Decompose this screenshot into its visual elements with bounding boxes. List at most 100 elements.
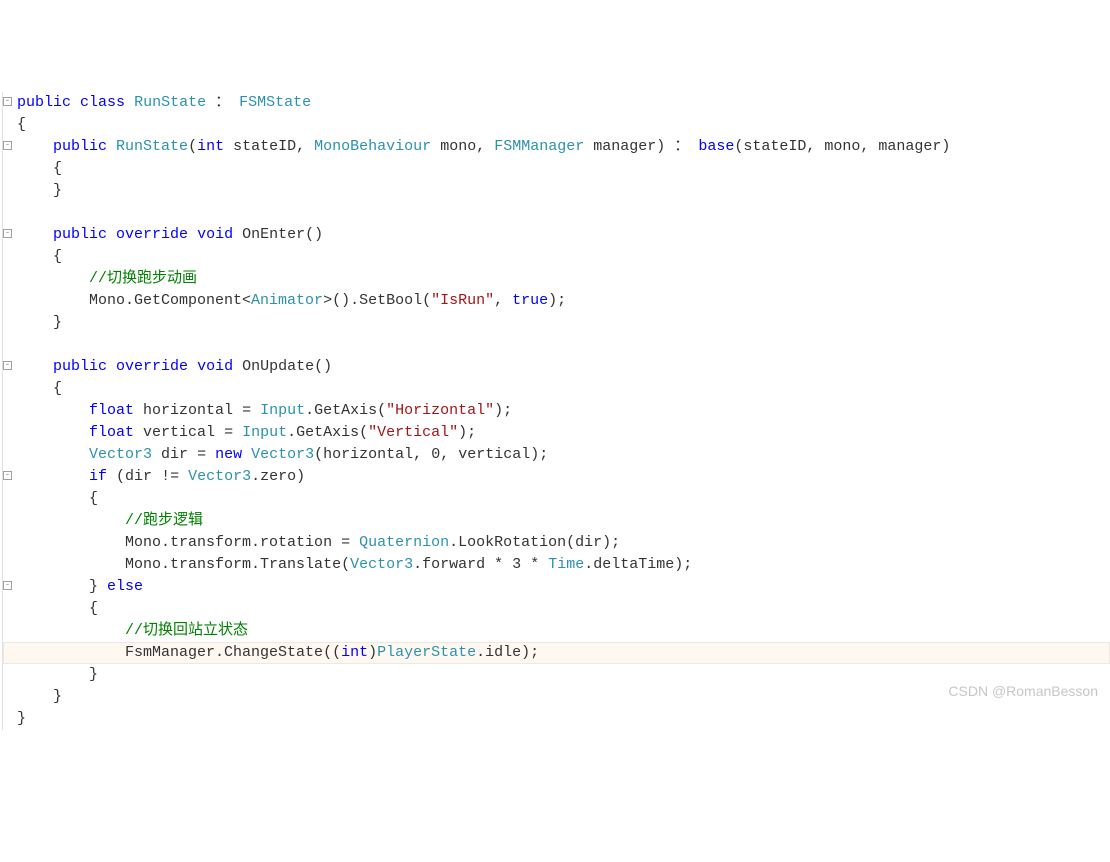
- token: //跑步逻辑: [125, 512, 203, 529]
- fold-toggle-icon[interactable]: -: [3, 361, 12, 370]
- token: //切换跑步动画: [89, 270, 197, 287]
- code-line: - public override void OnUpdate(): [2, 356, 1110, 378]
- token: Mono.transform.rotation: [125, 534, 332, 551]
- fold-toggle-icon[interactable]: -: [3, 97, 12, 106]
- token: {: [53, 248, 62, 265]
- code-line-text: {: [3, 380, 62, 397]
- token: override: [116, 226, 188, 243]
- code-line-text: [3, 204, 17, 221]
- code-line-text: {: [3, 116, 26, 133]
- token: true: [512, 292, 548, 309]
- token: RunState: [134, 94, 206, 111]
- code-line: }: [2, 180, 1110, 202]
- token: }: [89, 666, 98, 683]
- token: stateID,: [233, 138, 305, 155]
- token: Mono.GetComponent<: [89, 292, 251, 309]
- token: (horizontal,: [314, 446, 422, 463]
- fold-toggle-icon[interactable]: -: [3, 229, 12, 238]
- token: void: [197, 226, 233, 243]
- token: }: [53, 182, 62, 199]
- fold-toggle-icon[interactable]: -: [3, 581, 12, 590]
- code-editor: -public class RunState ： FSMState { - pu…: [0, 88, 1110, 730]
- token: Mono.transform.Translate(: [125, 556, 350, 573]
- token: }: [17, 710, 26, 727]
- token: FsmManager.ChangeState((: [125, 644, 341, 661]
- code-line: [2, 202, 1110, 224]
- token: Vector3: [350, 556, 413, 573]
- token: manager): [878, 138, 950, 155]
- token: FSMManager: [494, 138, 584, 155]
- token: *: [530, 556, 539, 573]
- token: mono,: [824, 138, 869, 155]
- token: {: [53, 380, 62, 397]
- token: class: [80, 94, 125, 111]
- token: OnUpdate(): [242, 358, 332, 375]
- code-line-text: }: [3, 666, 98, 683]
- token: }: [53, 688, 62, 705]
- token: ：: [674, 138, 689, 155]
- token: dir: [161, 446, 188, 463]
- token: .forward: [413, 556, 485, 573]
- token: OnEnter(): [242, 226, 323, 243]
- code-line: }: [2, 686, 1110, 708]
- token: !=: [161, 468, 179, 485]
- token: >().SetBool(: [323, 292, 431, 309]
- token: manager): [593, 138, 665, 155]
- code-line-text: if (dir != Vector3.zero): [3, 468, 305, 485]
- code-line-text: Vector3 dir = new Vector3(horizontal, 0,…: [3, 446, 548, 463]
- code-line-text: public override void OnEnter(): [3, 226, 323, 243]
- token: ): [368, 644, 377, 661]
- code-line-text: } else: [3, 578, 143, 595]
- token: Quaternion: [359, 534, 449, 551]
- token: }: [53, 314, 62, 331]
- token: "IsRun": [431, 292, 494, 309]
- code-line-text: //切换回站立状态: [3, 622, 248, 639]
- token: base: [698, 138, 734, 155]
- code-line-text: }: [3, 182, 62, 199]
- code-line: //跑步逻辑: [2, 510, 1110, 532]
- code-line-text: }: [3, 314, 62, 331]
- code-line: -public class RunState ： FSMState: [2, 92, 1110, 114]
- token: ：: [215, 94, 230, 111]
- token: public: [17, 94, 71, 111]
- token: *: [494, 556, 503, 573]
- code-line-text: {: [3, 600, 98, 617]
- code-line-text: float horizontal = Input.GetAxis("Horizo…: [3, 402, 512, 419]
- token: //切换回站立状态: [125, 622, 248, 639]
- token: {: [53, 160, 62, 177]
- token: vertical: [143, 424, 215, 441]
- token: public: [53, 358, 107, 375]
- code-line: [2, 334, 1110, 356]
- token: );: [458, 424, 476, 441]
- token: .idle);: [476, 644, 539, 661]
- token: int: [197, 138, 224, 155]
- code-line-text: Mono.GetComponent<Animator>().SetBool("I…: [3, 292, 566, 309]
- token: int: [341, 644, 368, 661]
- code-line-text: Mono.transform.Translate(Vector3.forward…: [3, 556, 692, 573]
- token: .deltaTime);: [584, 556, 692, 573]
- code-line: //切换跑步动画: [2, 268, 1110, 290]
- token: float: [89, 402, 134, 419]
- code-line: //切换回站立状态: [2, 620, 1110, 642]
- token: Time: [548, 556, 584, 573]
- fold-toggle-icon[interactable]: -: [3, 141, 12, 150]
- token: 3: [512, 556, 521, 573]
- code-line-text: //跑步逻辑: [3, 512, 203, 529]
- fold-toggle-icon[interactable]: -: [3, 471, 12, 480]
- token: Animator: [251, 292, 323, 309]
- token: (stateID,: [734, 138, 815, 155]
- token: .LookRotation(dir);: [449, 534, 620, 551]
- code-line-text: {: [3, 490, 98, 507]
- token: RunState: [116, 138, 188, 155]
- token: Input: [242, 424, 287, 441]
- token: vertical);: [458, 446, 548, 463]
- token: public: [53, 226, 107, 243]
- token: {: [89, 600, 98, 617]
- token: {: [17, 116, 26, 133]
- code-line-text: [3, 336, 17, 353]
- code-line: float horizontal = Input.GetAxis("Horizo…: [2, 400, 1110, 422]
- code-line: - public RunState(int stateID, MonoBehav…: [2, 136, 1110, 158]
- code-line: {: [2, 488, 1110, 510]
- token: Vector3: [188, 468, 251, 485]
- token: "Horizontal": [386, 402, 494, 419]
